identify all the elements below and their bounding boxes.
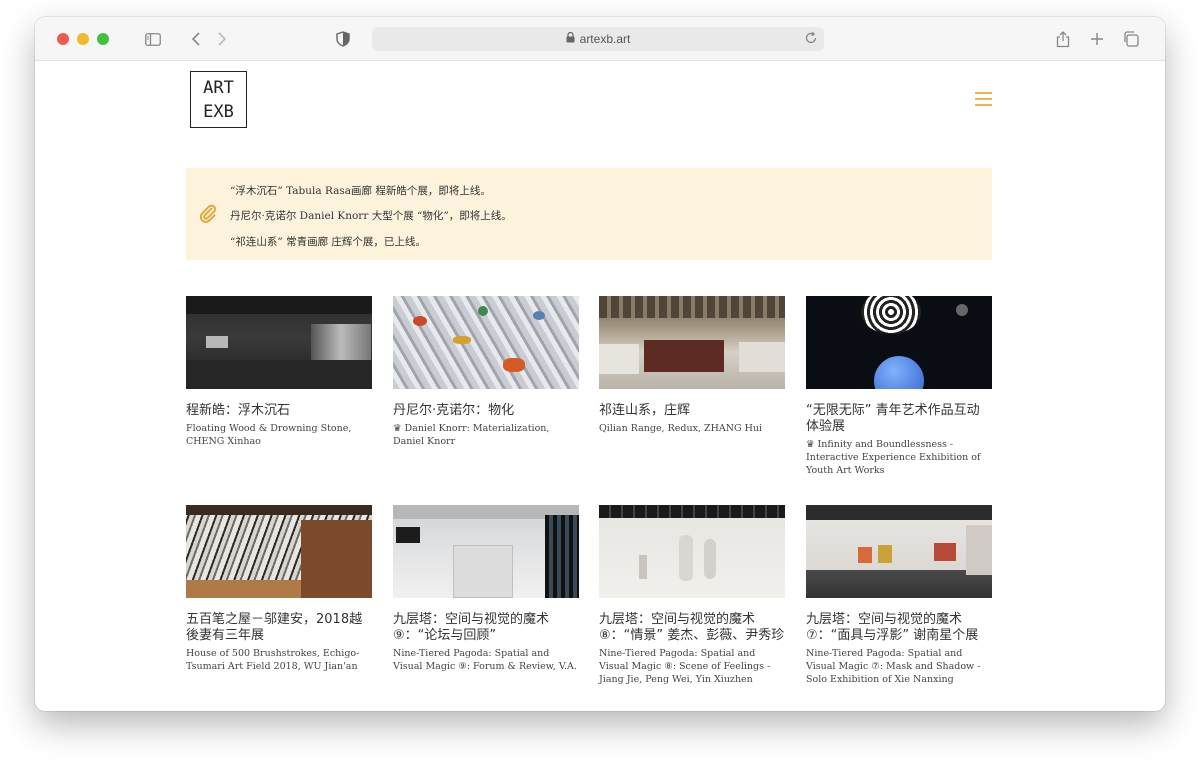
url-text: artexb.art (579, 32, 631, 46)
chevron-left-icon[interactable] (186, 29, 206, 49)
reload-icon[interactable] (804, 31, 818, 48)
plus-icon[interactable] (1087, 29, 1107, 49)
exhibition-card[interactable]: 九层塔：空间与视觉的魔术⑧：“情景” 姜杰、彭薇、尹秀珍 Nine-Tiered… (599, 505, 785, 686)
exhibition-card[interactable]: 五百笔之屋－邬建安，2018越後妻有三年展 House of 500 Brush… (186, 505, 372, 673)
logo-text-top: ART (203, 77, 234, 98)
exhibition-title[interactable]: 程新皓：浮木沉石 (186, 403, 372, 419)
close-window-button[interactable] (57, 33, 69, 45)
exhibition-card[interactable]: 程新皓：浮木沉石 Floating Wood & Drowning Stone,… (186, 296, 372, 448)
exhibition-title[interactable]: 祁连山系，庄辉 (599, 403, 785, 419)
exhibition-thumbnail[interactable] (806, 296, 992, 389)
exhibition-thumbnail[interactable] (393, 296, 579, 389)
exhibition-title[interactable]: 九层塔：空间与视觉的魔术⑨：“论坛与回顾” (393, 612, 579, 644)
sidebar-icon[interactable] (143, 29, 163, 49)
tabs-icon[interactable] (1121, 29, 1141, 49)
page-content: ART EXB “浮木沉石” Tabula Rasa画廊 程新皓个展，即将上线。… (35, 62, 1165, 711)
shield-icon[interactable] (333, 29, 353, 49)
notice-banner: “浮木沉石” Tabula Rasa画廊 程新皓个展，即将上线。 丹尼尔·克诺尔… (186, 168, 992, 260)
chevron-right-icon[interactable] (212, 29, 232, 49)
share-icon[interactable] (1053, 29, 1073, 49)
exhibition-card[interactable]: 九层塔：空间与视觉的魔术⑨：“论坛与回顾” Nine-Tiered Pagoda… (393, 505, 579, 673)
site-logo[interactable]: ART EXB (190, 71, 247, 128)
exhibition-title[interactable]: 五百笔之屋－邬建安，2018越後妻有三年展 (186, 612, 372, 644)
exhibition-subtitle: Nine-Tiered Pagoda: Spatial and Visual M… (806, 648, 981, 685)
exhibition-thumbnail[interactable] (599, 296, 785, 389)
exhibition-thumbnail[interactable] (393, 505, 579, 598)
exhibition-thumbnail[interactable] (186, 296, 372, 389)
address-bar[interactable]: artexb.art (372, 27, 824, 51)
zoom-window-button[interactable] (97, 33, 109, 45)
notice-item[interactable]: “祁连山系” 常青画廊 庄辉个展，已上线。 (230, 234, 426, 249)
exhibition-subtitle: ♛ Daniel Knorr: Materialization, Daniel … (393, 423, 550, 447)
logo-text-bottom: EXB (203, 101, 234, 122)
minimize-window-button[interactable] (77, 33, 89, 45)
lock-icon (566, 31, 575, 46)
exhibition-thumbnail[interactable] (806, 505, 992, 598)
exhibition-title[interactable]: 九层塔：空间与视觉的魔术⑦：“面具与浮影” 谢南星个展 (806, 612, 992, 644)
exhibition-card[interactable]: 祁连山系，庄辉 Qilian Range, Redux, ZHANG Hui (599, 296, 785, 435)
exhibition-card[interactable]: 丹尼尔·克诺尔：物化 ♛ Daniel Knorr: Materializati… (393, 296, 579, 448)
menu-icon[interactable] (975, 92, 992, 106)
paperclip-icon (198, 203, 218, 227)
exhibition-thumbnail[interactable] (186, 505, 372, 598)
exhibition-title[interactable]: 丹尼尔·克诺尔：物化 (393, 403, 579, 419)
exhibition-subtitle: Nine-Tiered Pagoda: Spatial and Visual M… (393, 648, 577, 672)
browser-window: artexb.art ART EXB “浮木沉石” Tabula Rasa画廊 (35, 17, 1165, 711)
exhibition-card[interactable]: “无限无际” 青年艺术作品互动体验展 ♛ Infinity and Boundl… (806, 296, 992, 477)
exhibition-title[interactable]: 九层塔：空间与视觉的魔术⑧：“情景” 姜杰、彭薇、尹秀珍 (599, 612, 785, 644)
exhibition-card[interactable]: 九层塔：空间与视觉的魔术⑦：“面具与浮影” 谢南星个展 Nine-Tiered … (806, 505, 992, 686)
exhibition-subtitle: House of 500 Brushstrokes, Echigo-Tsumar… (186, 648, 360, 672)
notice-item[interactable]: 丹尼尔·克诺尔 Daniel Knorr 大型个展 “物化”，即将上线。 (230, 208, 512, 223)
browser-toolbar: artexb.art (35, 17, 1165, 61)
exhibition-subtitle: Qilian Range, Redux, ZHANG Hui (599, 423, 763, 434)
exhibition-title[interactable]: “无限无际” 青年艺术作品互动体验展 (806, 403, 992, 435)
exhibition-subtitle: Nine-Tiered Pagoda: Spatial and Visual M… (599, 648, 771, 685)
exhibition-subtitle: Floating Wood & Drowning Stone, CHENG Xi… (186, 423, 352, 447)
exhibition-subtitle: ♛ Infinity and Boundlessness - Interacti… (806, 439, 981, 476)
notice-item[interactable]: “浮木沉石” Tabula Rasa画廊 程新皓个展，即将上线。 (230, 183, 491, 198)
exhibition-thumbnail[interactable] (599, 505, 785, 598)
